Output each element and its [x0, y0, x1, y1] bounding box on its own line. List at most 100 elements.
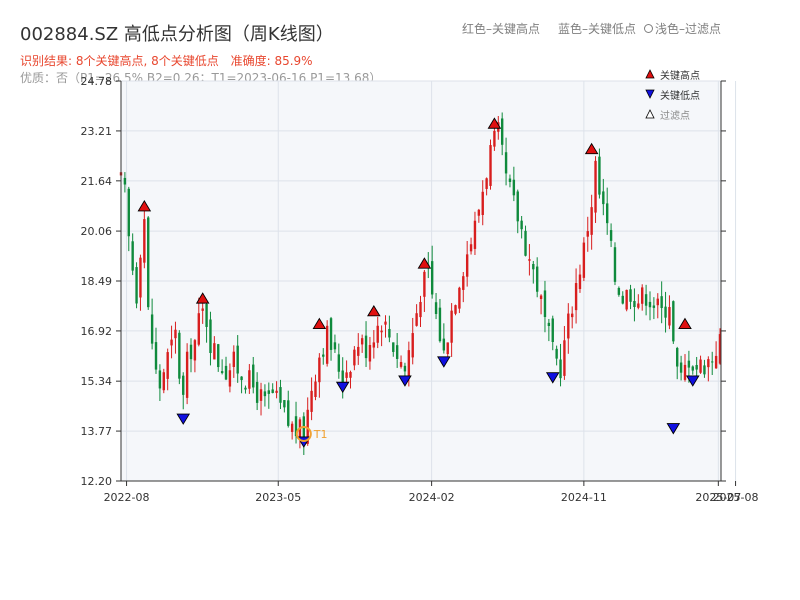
candle-body: [707, 359, 710, 368]
candle-body: [209, 319, 212, 354]
candle-body: [360, 338, 364, 345]
candle-body: [333, 342, 337, 350]
candle-body: [139, 257, 142, 298]
candle-body: [563, 340, 566, 376]
candle-body: [372, 342, 376, 348]
candle-body: [205, 304, 208, 327]
candle-body: [166, 352, 169, 379]
candle-body: [687, 360, 691, 368]
candle-body: [244, 387, 247, 390]
candle-body: [532, 263, 535, 270]
candle-body: [411, 333, 414, 358]
candle-body: [158, 370, 162, 389]
candle-body: [598, 156, 601, 195]
candle-body: [489, 145, 492, 186]
y-tick-label: 20.06: [81, 225, 113, 238]
candle-body: [679, 362, 683, 373]
candle-body: [652, 305, 656, 308]
candle-body: [644, 294, 648, 306]
candle-body: [458, 287, 461, 309]
candle-body: [392, 342, 395, 352]
candle-body: [609, 230, 613, 241]
candle-body: [590, 207, 593, 235]
candle-body: [318, 357, 321, 383]
candle-body: [131, 241, 134, 271]
candle-body: [325, 325, 329, 364]
x-tick-label: 2023-05: [255, 491, 301, 504]
candle-body: [469, 244, 473, 252]
candle-body: [520, 220, 523, 230]
candle-body: [672, 301, 675, 342]
candle-body: [528, 259, 531, 261]
candle-body: [430, 261, 434, 295]
candle-body: [664, 306, 667, 318]
marker-legend: 关键高点 关键低点 过滤点: [645, 64, 700, 124]
candle-body: [691, 366, 694, 371]
candle-body: [322, 354, 325, 357]
candle-body: [353, 349, 356, 366]
candle-body: [357, 346, 360, 356]
candle-body: [539, 295, 543, 299]
candle-body: [150, 314, 154, 344]
candle-body: [154, 342, 158, 370]
y-tick-label: 23.21: [81, 125, 113, 138]
candle-body: [228, 370, 232, 387]
candle-body: [395, 345, 399, 359]
candle-body: [197, 313, 200, 345]
legend-high: 关键高点: [645, 64, 700, 84]
legend-low-label: 关键低点: [660, 90, 700, 102]
candle-body: [201, 308, 204, 311]
candle-body: [314, 381, 317, 397]
candle-body: [504, 152, 508, 174]
candle-body: [559, 359, 562, 379]
candle-body: [275, 390, 278, 393]
candle-body: [419, 301, 422, 318]
candle-body: [524, 230, 527, 256]
candle-body: [271, 389, 274, 393]
candle-body: [329, 318, 333, 350]
candle-body: [189, 344, 193, 360]
candle-body: [438, 307, 442, 342]
candle-body: [648, 301, 652, 308]
x-tick-label: 2022-08: [104, 491, 150, 504]
triangle-outline-icon: [645, 109, 655, 119]
candle-body: [259, 389, 263, 401]
legend-low: 关键低点: [645, 84, 700, 104]
y-tick-label: 21.64: [81, 175, 113, 188]
candle-body: [711, 361, 714, 363]
candle-body: [403, 365, 407, 372]
candle-body: [283, 400, 286, 408]
candle-body: [606, 203, 609, 224]
candle-body: [135, 267, 138, 304]
candle-body: [384, 321, 387, 325]
candle-body: [547, 322, 551, 327]
y-tick-label: 12.20: [81, 475, 113, 488]
candle-body: [613, 247, 617, 282]
candle-body: [407, 350, 411, 377]
candle-body: [714, 355, 718, 369]
candle-body: [567, 313, 570, 339]
candle-body: [217, 344, 220, 368]
candle-body: [481, 191, 484, 215]
candle-body: [629, 289, 632, 302]
candle-body: [170, 339, 173, 346]
candle-body: [143, 219, 146, 263]
legend-filtered-label: 过滤点: [660, 110, 690, 122]
candle-body: [500, 118, 504, 145]
y-tick-label: 24.78: [81, 75, 113, 88]
candle-body: [656, 298, 659, 306]
candle-body: [442, 338, 446, 351]
candle-body: [182, 375, 185, 395]
candle-body: [345, 372, 348, 378]
candle-body: [695, 364, 698, 370]
candle-body: [147, 217, 150, 308]
candle-body: [310, 390, 313, 412]
candle-body: [578, 274, 582, 289]
candle-body: [668, 307, 671, 326]
candle-body: [399, 362, 403, 367]
candle-body: [535, 266, 539, 292]
candle-body: [477, 209, 481, 216]
candle-body: [574, 283, 578, 311]
candle-body: [641, 287, 644, 304]
candle-body: [676, 347, 679, 367]
